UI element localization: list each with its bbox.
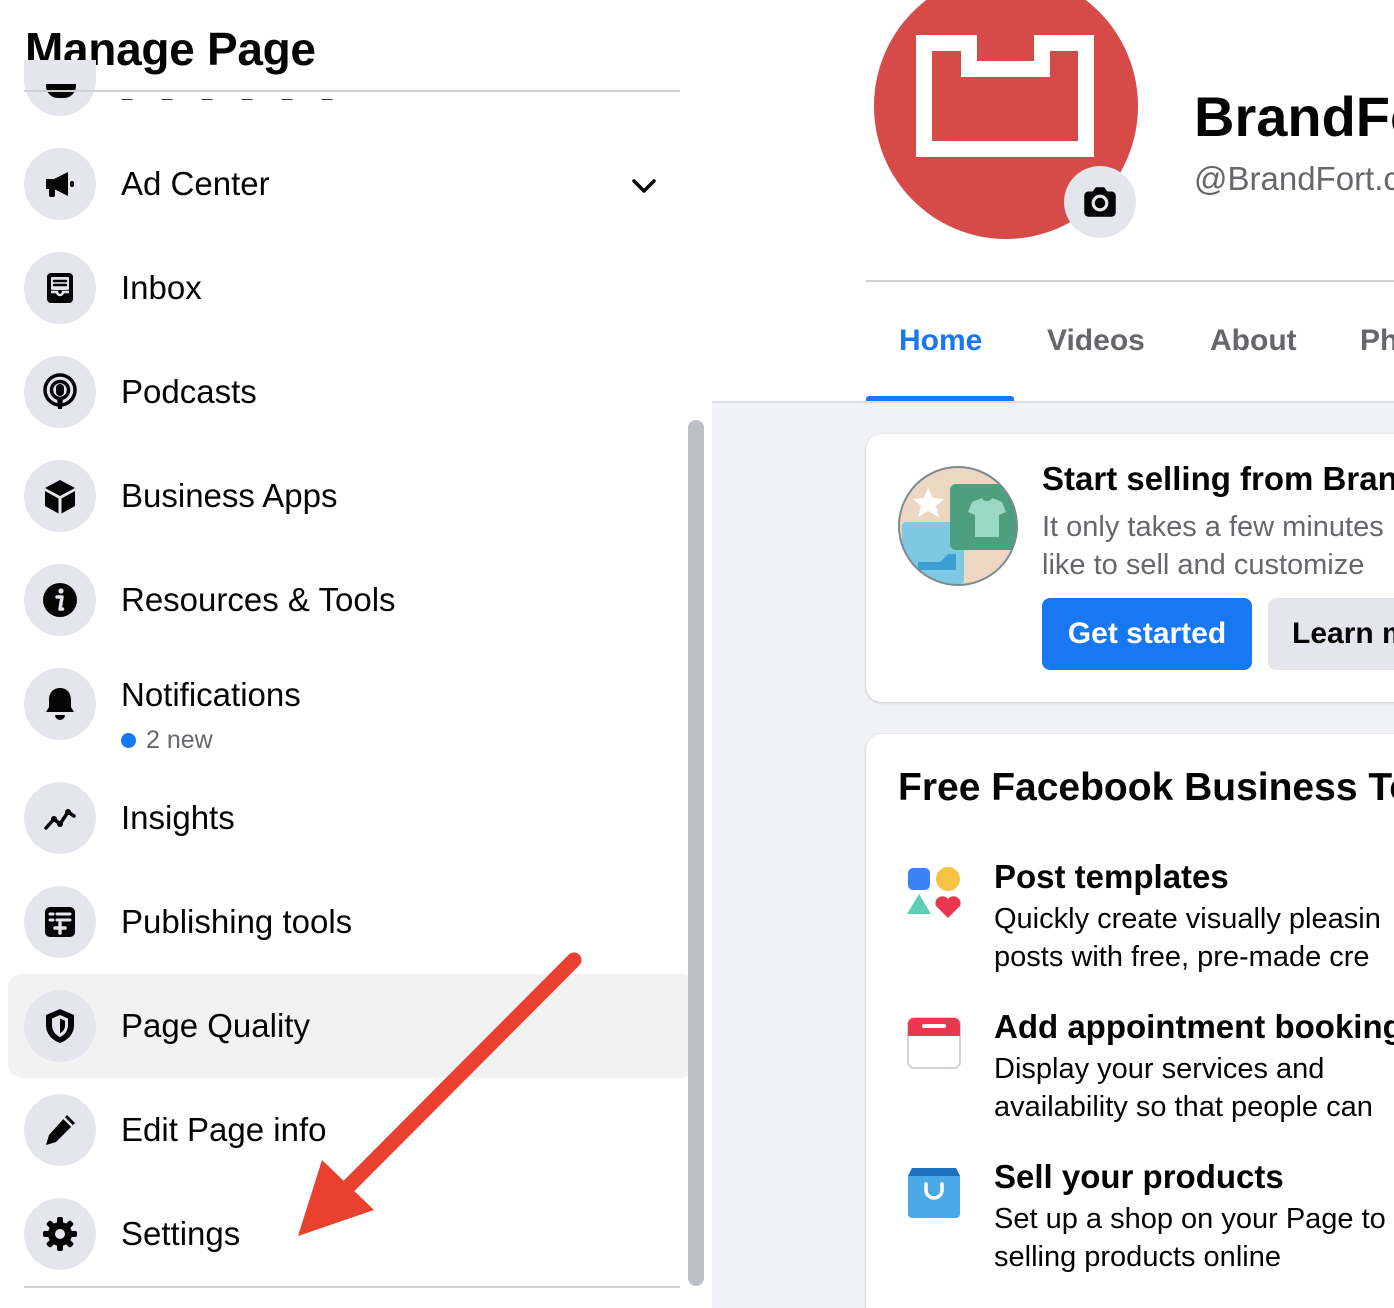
chat-bubble-icon[interactable] <box>24 60 96 116</box>
tool-sell-products[interactable]: Sell your products Set up a shop on your… <box>898 1158 1394 1288</box>
sidebar-item-settings[interactable]: Settings <box>8 1182 696 1286</box>
sidebar-item-publishing-tools[interactable]: Publishing tools <box>8 870 696 974</box>
tool-description: Quickly create visually pleasin posts wi… <box>994 903 1381 973</box>
tool-description: Display your services and availability s… <box>994 1053 1373 1123</box>
learn-more-button[interactable]: Learn m <box>1268 598 1394 670</box>
sidebar-item-resources-tools[interactable]: Resources & Tools <box>8 548 696 652</box>
card-title: Start selling from Bran <box>1042 460 1394 497</box>
page-name: BrandFo <box>1194 85 1394 148</box>
sidebar-item-label: Resources & Tools <box>121 581 396 618</box>
camera-icon <box>1084 187 1116 217</box>
card-title: Free Facebook Business To <box>898 766 1394 809</box>
page-preview: BrandFo @BrandFort.c Home Videos About P… <box>712 0 1394 1308</box>
sidebar-item-label: Podcasts <box>121 373 257 410</box>
business-tools-card: Free Facebook Business To Post templates… <box>866 734 1394 1308</box>
sidebar-item-label: Business Apps <box>121 477 338 514</box>
card-description: It only takes a few minutes like to sell… <box>1042 511 1384 581</box>
sidebar-item-inbox[interactable]: Inbox <box>8 236 696 340</box>
sidebar-item-label: Insights <box>121 799 235 836</box>
sidebar-item-label: Inbox <box>121 269 202 306</box>
sidebar-item-page-quality[interactable]: Page Quality <box>8 974 696 1078</box>
sidebar-item-business-apps[interactable]: Business Apps <box>8 444 696 548</box>
partial-sidebar-item-label <box>120 92 380 100</box>
shield-icon <box>24 990 96 1062</box>
line-chart-icon <box>24 782 96 854</box>
sidebar-item-ad-center[interactable]: Ad Center <box>8 132 696 236</box>
sidebar-item-podcasts[interactable]: Podcasts <box>8 340 696 444</box>
sidebar-item-label: Page Quality <box>121 1007 310 1044</box>
sidebar-item-label: Settings <box>121 1215 241 1252</box>
unread-dot <box>121 733 136 748</box>
calendar-icon <box>907 1017 961 1069</box>
sidebar-item-notifications[interactable]: Notifications 2 new <box>8 652 696 782</box>
shopping-bag-icon <box>908 1168 960 1218</box>
info-icon <box>24 564 96 636</box>
sidebar-item-insights[interactable]: Insights <box>8 766 696 870</box>
podcast-icon <box>24 356 96 428</box>
tool-description: Set up a shop on your Page to selling pr… <box>994 1203 1386 1273</box>
bell-icon <box>24 668 96 740</box>
sidebar-bottom-divider <box>24 1286 680 1288</box>
tool-appointment-booking[interactable]: Add appointment booking Display your ser… <box>898 1008 1394 1138</box>
sidebar-item-label: Ad Center <box>121 165 270 202</box>
notifications-count: 2 new <box>121 726 213 755</box>
tool-title: Sell your products <box>994 1158 1284 1195</box>
sidebar-item-edit-page-info[interactable]: Edit Page info <box>8 1078 696 1182</box>
tool-title: Add appointment booking <box>994 1008 1394 1045</box>
gear-icon <box>24 1198 96 1270</box>
cube-icon <box>24 460 96 532</box>
sidebar-scrollbar[interactable] <box>688 420 704 1286</box>
inbox-icon <box>24 252 96 324</box>
get-started-button[interactable]: Get started <box>1042 598 1252 670</box>
pencil-icon <box>24 1094 96 1166</box>
shop-illustration-icon <box>898 466 1018 586</box>
tool-post-templates[interactable]: Post templates Quickly create visually p… <box>898 858 1394 988</box>
manage-page-sidebar: Manage Page Ad Center Inbox Podcasts Bus… <box>0 0 712 1308</box>
tab-photos[interactable]: Ph <box>1360 324 1394 358</box>
megaphone-icon <box>24 148 96 220</box>
start-selling-card: Start selling from Bran It only takes a … <box>866 434 1394 702</box>
publishing-icon <box>24 886 96 958</box>
sidebar-item-label: Publishing tools <box>121 903 353 940</box>
header-bottom-border <box>712 401 1394 403</box>
sidebar-item-label: Notifications <box>121 676 301 713</box>
page-username: @BrandFort.c <box>1194 160 1394 197</box>
shapes-icon <box>907 867 961 918</box>
tab-about[interactable]: About <box>1210 324 1297 358</box>
change-photo-button[interactable] <box>1064 166 1136 238</box>
tab-home[interactable]: Home <box>899 324 982 358</box>
sidebar-item-label: Edit Page info <box>121 1111 327 1148</box>
tab-videos[interactable]: Videos <box>1047 324 1145 358</box>
header-divider <box>866 280 1394 282</box>
tool-title: Post templates <box>994 858 1229 895</box>
title-divider <box>24 90 680 92</box>
chevron-down-icon[interactable] <box>626 168 662 204</box>
